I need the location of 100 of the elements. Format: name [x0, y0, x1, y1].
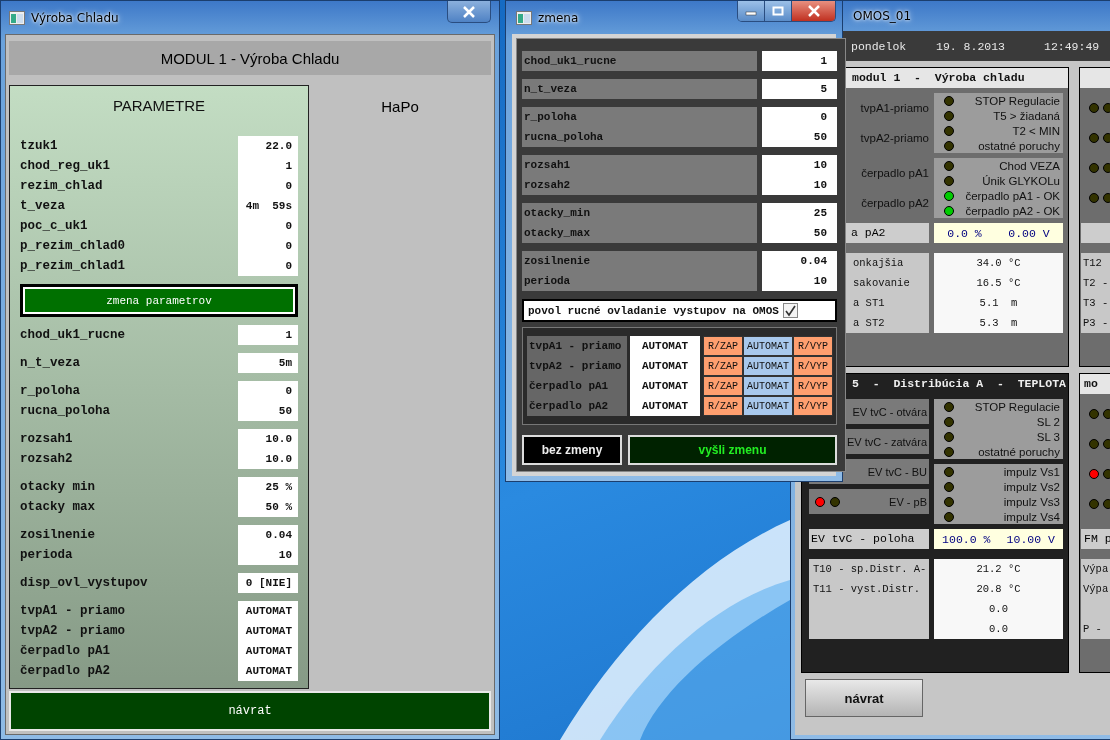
change-parameters-button[interactable]: zmena parametrov	[20, 284, 298, 317]
parameter-value: 50	[813, 227, 827, 239]
measurement-label: Výpa	[1083, 583, 1109, 595]
status-text: čerpadlo pA1 - OK	[965, 189, 1060, 202]
parameter-label: čerpadlo pA1	[20, 643, 111, 660]
measurement-value: 21.2 °C	[976, 563, 1021, 575]
window-title: Výroba Chladu	[31, 10, 119, 25]
mode-button[interactable]: R/ZAP	[703, 336, 743, 356]
input-field[interactable]: 5	[762, 79, 837, 99]
voltage-value: 0.00 V	[1008, 226, 1050, 240]
parameter-value: 0 [NIE]	[245, 577, 292, 589]
input-field[interactable]: 1	[762, 51, 837, 71]
mode-button[interactable]: R/ZAP	[703, 396, 743, 416]
checkbox[interactable]	[782, 303, 798, 318]
parameter-value: 50 %	[265, 501, 292, 513]
parameter-label: rozsah1	[20, 431, 74, 448]
status-text: ostatné poruchy	[978, 139, 1060, 152]
parameter-label: p_rezim_chlad1	[20, 258, 127, 275]
time-text: 12:49:49	[1044, 39, 1100, 53]
maximize-button[interactable]	[765, 1, 792, 21]
parameter-value: 0.04	[265, 529, 292, 541]
mode-button[interactable]: R/VYP	[793, 376, 833, 396]
mode-button[interactable]: AUTOMAT	[743, 356, 793, 376]
parameter-label: t_veza	[20, 198, 66, 215]
parameter-value: 0	[285, 240, 292, 252]
position-label-box	[1081, 223, 1110, 243]
maximize-icon	[772, 6, 784, 16]
parameter-label: perioda	[524, 275, 571, 287]
mode-button[interactable]: R/VYP	[793, 396, 833, 416]
measurement-value: 34.0 °C	[976, 257, 1021, 269]
parameter-label: p_rezim_chlad0	[20, 238, 127, 255]
parameter-label: otacky max	[20, 499, 96, 516]
status-text: T2 < MIN	[1012, 124, 1060, 137]
measurement-value: 5.3 m	[979, 317, 1018, 329]
voltage-value: 10.00 V	[1006, 532, 1055, 546]
status-text: SL 2	[1036, 415, 1060, 428]
mode-button[interactable]: AUTOMAT	[743, 336, 793, 356]
position-label: EV tvC - poloha	[810, 532, 915, 545]
close-button[interactable]	[447, 1, 491, 23]
parameter-label: otacky_max	[524, 227, 590, 239]
percent-value: 0.0 %	[947, 226, 982, 240]
minimize-button[interactable]	[738, 1, 765, 21]
mode-button[interactable]: R/ZAP	[703, 376, 743, 396]
measurement-label: a ST1	[852, 297, 885, 309]
input-field[interactable]: 0 50	[762, 107, 837, 147]
parameter-value: 22.0	[265, 140, 292, 152]
status-text: T5 > žiadaná	[993, 109, 1060, 122]
parameter-label: chod_uk1_rucne	[524, 55, 617, 67]
parameter-value: AUTOMAT	[245, 665, 292, 677]
status-text: impulz Vs3	[1003, 495, 1060, 508]
cancel-button[interactable]: bez zmeny	[522, 435, 622, 465]
checkbox-label: povol rucné ovladanie vystupov na OMOS	[528, 304, 779, 317]
parameter-value: 50	[813, 131, 827, 143]
mode-button[interactable]: R/ZAP	[703, 356, 743, 376]
parameter-label: rozsah1	[524, 159, 571, 171]
measurement-value: 16.5 °C	[976, 277, 1021, 289]
parameter-label: disp_ovl_vystupov	[20, 575, 149, 592]
return-button[interactable]: návrat	[9, 691, 491, 731]
valve-button[interactable]: EV - pB	[809, 489, 929, 514]
measurement-value: 0.0	[989, 623, 1008, 635]
mode-button[interactable]: R/VYP	[793, 336, 833, 356]
mode-button[interactable]: AUTOMAT	[743, 396, 793, 416]
parameter-value: 0	[285, 385, 292, 397]
parameter-label: r_poloha	[524, 111, 577, 123]
parameter-value: 10.0	[265, 433, 292, 445]
measurement-label: Výpa	[1083, 563, 1109, 575]
parameter-label: čerpadlo pA2	[20, 663, 111, 680]
status-text: Chod VEZA	[999, 159, 1060, 172]
output-label: tvpA1 - priamo	[527, 336, 627, 356]
parameter-value: 50	[278, 405, 292, 417]
close-icon	[462, 5, 476, 18]
parameter-label: n_t_veza	[524, 83, 577, 95]
parameter-label: rucna_poloha	[524, 131, 604, 143]
parameter-value: 1	[285, 329, 292, 341]
measurement-value: 0.0	[989, 603, 1008, 615]
parameter-label: rozsah2	[524, 179, 571, 191]
measurement-label: T10 - sp.Distr. A-	[812, 563, 927, 575]
mode-button[interactable]: R/VYP	[793, 356, 833, 376]
measurement-label: T2 -	[1083, 277, 1109, 289]
return-button[interactable]: návrat	[805, 679, 923, 717]
parameter-label: perioda	[20, 547, 74, 564]
output-label: čerpadlo pA1	[527, 376, 627, 396]
input-field[interactable]: 25 50	[762, 203, 837, 243]
parameter-value: 0	[285, 260, 292, 272]
output-state: AUTOMAT	[630, 396, 700, 416]
device-label: čerpadlo pA2	[861, 197, 929, 209]
parameter-label: rucna_poloha	[20, 403, 111, 420]
measurement-label: P3 -	[1083, 317, 1109, 329]
measurement-value: 20.8 °C	[976, 583, 1021, 595]
parameter-label: tzuk1	[20, 138, 59, 155]
input-field[interactable]: 10 10	[762, 155, 837, 195]
input-field[interactable]: 0.04 10	[762, 251, 837, 291]
close-button[interactable]	[792, 1, 835, 21]
parameter-value: 25 %	[265, 481, 292, 493]
mode-button[interactable]: AUTOMAT	[743, 376, 793, 396]
parameter-value: AUTOMAT	[245, 625, 292, 637]
window-title: OMOS_01	[853, 9, 912, 23]
send-button[interactable]: vyšli zmenu	[628, 435, 837, 465]
parameter-value: 10	[813, 275, 827, 287]
parameter-value: 5m	[278, 357, 292, 369]
